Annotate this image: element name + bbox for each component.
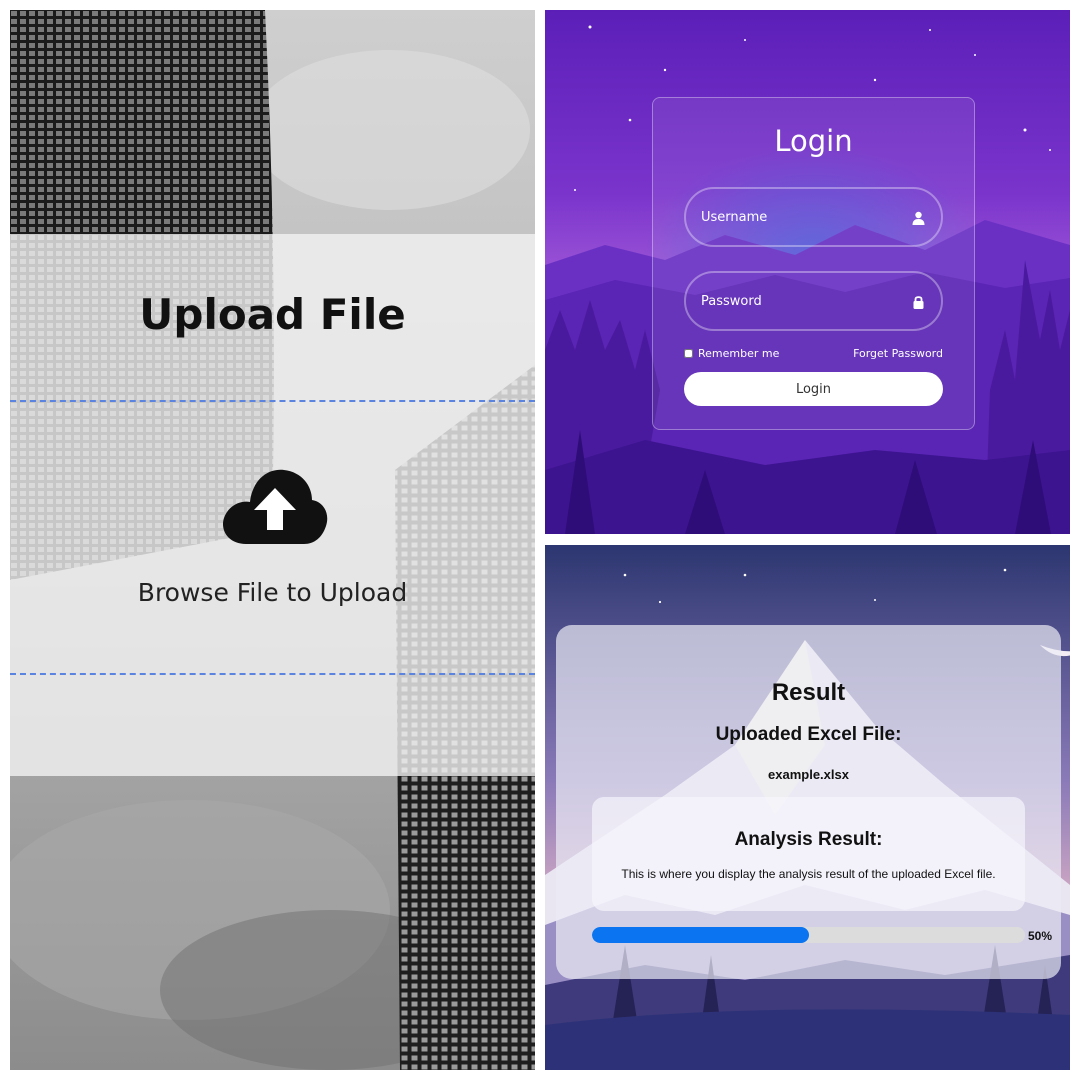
- progress-bar-fill: [592, 927, 809, 943]
- password-input[interactable]: [686, 273, 941, 329]
- upload-card: Upload File Browse File to Upload: [10, 234, 535, 776]
- remember-me[interactable]: Remember me: [684, 347, 779, 360]
- file-drop-zone[interactable]: Browse File to Upload: [10, 400, 535, 675]
- uploaded-file-name: example.xlsx: [768, 767, 849, 782]
- progress-bar: [592, 927, 1025, 943]
- result-panel: Result Uploaded Excel File: example.xlsx…: [545, 545, 1070, 1070]
- result-card: Result Uploaded Excel File: example.xlsx…: [556, 625, 1061, 979]
- result-title: Result: [771, 679, 846, 706]
- login-card: Login Remember me Forget Password Login: [652, 97, 975, 430]
- username-input[interactable]: [686, 189, 941, 245]
- username-field-wrapper: [684, 187, 943, 247]
- uploaded-file-heading: Uploaded Excel File:: [715, 724, 902, 745]
- login-title: Login: [774, 124, 853, 158]
- remember-row: Remember me Forget Password: [684, 345, 943, 361]
- upload-panel: Upload File Browse File to Upload: [10, 10, 535, 1070]
- login-button[interactable]: Login: [684, 372, 943, 406]
- analysis-result-heading: Analysis Result:: [734, 829, 883, 850]
- remember-me-label: Remember me: [698, 346, 780, 360]
- analysis-result-box: Analysis Result: This is where you displ…: [592, 797, 1025, 911]
- forget-password-link[interactable]: Forget Password: [853, 347, 943, 360]
- password-field-wrapper: [684, 271, 943, 331]
- upload-title: Upload File: [139, 290, 406, 339]
- login-panel: Login Remember me Forget Password Login: [545, 10, 1070, 534]
- remember-me-checkbox[interactable]: [684, 348, 693, 358]
- cloud-upload-icon: [222, 469, 328, 544]
- analysis-result-text: This is where you display the analysis r…: [621, 867, 996, 881]
- progress-percent-label: 50%: [1028, 929, 1053, 943]
- lock-icon: [913, 296, 924, 309]
- browse-file-label: Browse File to Upload: [137, 578, 408, 607]
- user-icon: [912, 211, 925, 225]
